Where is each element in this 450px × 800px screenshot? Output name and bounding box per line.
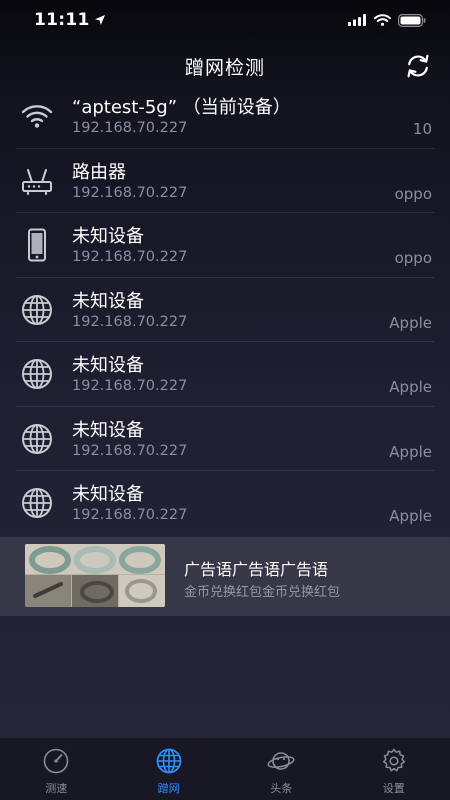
status-bar: 11:11	[0, 0, 450, 40]
device-row-router[interactable]: 路由器 192.168.70.227 oppo	[16, 149, 434, 213]
device-row-unknown[interactable]: 未知设备 192.168.70.227 Apple	[16, 407, 434, 471]
device-ip: 192.168.70.227	[72, 120, 188, 136]
device-row-phone[interactable]: 未知设备 192.168.70.227 oppo	[16, 213, 434, 278]
device-name: 路由器	[72, 161, 126, 183]
device-name: “aptest-5g” （当前设备）	[72, 97, 291, 118]
device-vendor: Apple	[389, 442, 432, 461]
device-vendor: Apple	[389, 507, 432, 525]
phone-icon	[20, 228, 54, 262]
device-vendor: oppo	[394, 184, 432, 203]
speedometer-icon	[43, 748, 69, 774]
device-ip: 192.168.70.227	[72, 313, 188, 330]
tab-headlines[interactable]: 头条	[225, 738, 338, 800]
planet-icon	[267, 752, 295, 770]
device-vendor: 10	[412, 120, 432, 138]
tab-network[interactable]: 蹭网	[113, 738, 226, 800]
device-name: 未知设备	[72, 484, 144, 505]
globe-icon	[20, 422, 54, 456]
status-icons	[348, 13, 426, 27]
ad-title: 广告语广告语广告语	[184, 560, 329, 579]
device-row-unknown[interactable]: 未知设备 192.168.70.227 Apple	[16, 471, 434, 536]
gear-icon	[382, 748, 405, 772]
page-title: 蹭网检测	[184, 56, 265, 79]
tab-label: 头条	[270, 782, 293, 795]
device-name: 未知设备	[72, 355, 144, 376]
device-vendor: Apple	[389, 378, 432, 396]
location-arrow-icon	[94, 15, 105, 25]
device-row-unknown[interactable]: 未知设备 192.168.70.227 Apple	[16, 342, 434, 407]
tab-label: 蹭网	[157, 782, 180, 795]
tab-label: 设置	[382, 782, 405, 795]
wifi-status-icon	[374, 14, 391, 26]
device-name: 未知设备	[72, 290, 144, 312]
device-row-current[interactable]: “aptest-5g” （当前设备） 192.168.70.227 10	[16, 84, 434, 149]
device-ip: 192.168.70.227	[72, 442, 188, 459]
status-time-text: 11:11	[34, 10, 90, 30]
device-ip: 192.168.70.227	[72, 249, 188, 265]
ad-banner[interactable]: 广告语广告语广告语 金币兑换红包金币兑换红包	[0, 537, 450, 616]
globe-icon	[156, 748, 182, 774]
device-ip: 192.168.70.227	[72, 184, 188, 201]
tab-settings[interactable]: 设置	[338, 738, 450, 800]
globe-icon	[20, 357, 54, 391]
device-ip: 192.168.70.227	[72, 378, 188, 394]
ad-subtitle: 金币兑换红包金币兑换红包	[184, 585, 341, 600]
wifi-icon	[20, 99, 54, 133]
status-time: 11:11	[34, 10, 106, 30]
battery-icon	[398, 13, 426, 27]
device-name: 未知设备	[72, 226, 144, 247]
refresh-icon	[407, 54, 429, 78]
device-name: 未知设备	[72, 419, 144, 441]
device-vendor: oppo	[394, 249, 432, 267]
device-row-unknown[interactable]: 未知设备 192.168.70.227 Apple	[16, 278, 434, 342]
globe-icon	[20, 293, 54, 327]
tab-speed-test[interactable]: 测速	[0, 738, 113, 800]
refresh-button[interactable]	[404, 52, 432, 80]
device-vendor: Apple	[389, 313, 432, 332]
globe-icon	[20, 486, 54, 520]
router-icon	[20, 164, 54, 198]
device-list: “aptest-5g” （当前设备） 192.168.70.227 10 路由器…	[0, 84, 450, 536]
tab-bar: 测速 蹭网 头条 设置	[0, 737, 450, 800]
device-ip: 192.168.70.227	[72, 507, 188, 523]
ad-image	[25, 544, 165, 607]
tab-label: 测速	[45, 782, 68, 795]
cellular-signal-icon	[348, 14, 366, 26]
